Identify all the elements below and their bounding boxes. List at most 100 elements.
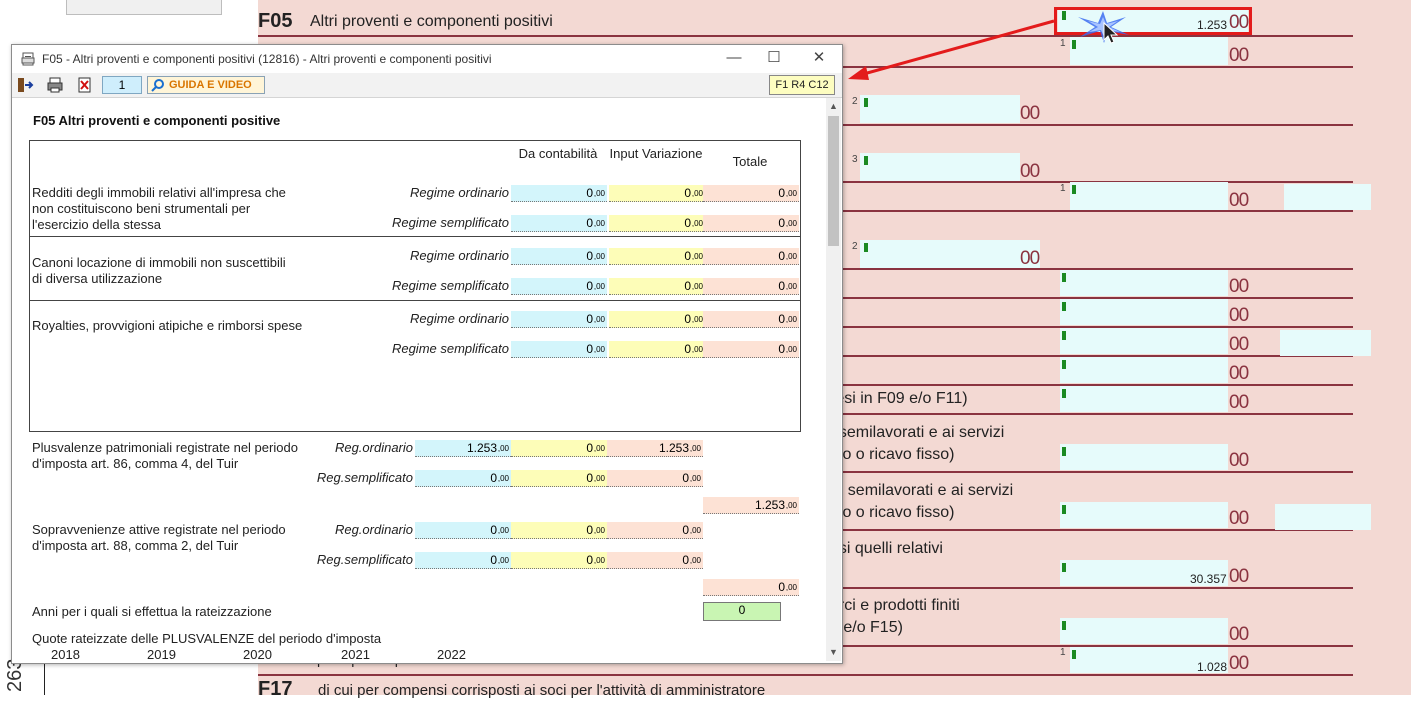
input-cont[interactable]: 0,00	[415, 522, 511, 539]
section-heading: F05 Altri proventi e componenti positive	[33, 113, 281, 128]
year-label: 2022	[437, 647, 466, 661]
decimals: 00	[1229, 45, 1249, 66]
side-field[interactable]	[1284, 184, 1371, 210]
year-label: 2021	[341, 647, 370, 661]
guida-label: GUIDA E VIDEO	[169, 79, 252, 91]
form-text: erci e prodotti finiti	[830, 597, 960, 614]
col-header-variazione: Input Variazione	[609, 146, 703, 161]
input-var[interactable]: 0,00	[609, 185, 705, 202]
decimals: 00	[1229, 653, 1249, 674]
input-var[interactable]: 0,00	[609, 311, 705, 328]
scroll-up-icon[interactable]: ▲	[829, 101, 838, 111]
toolbar: 1 GUIDA E VIDEO F1 R4 C12	[12, 73, 842, 98]
row-field[interactable]	[1060, 502, 1228, 528]
form-rule	[840, 587, 1353, 589]
sub-index: 1	[1060, 183, 1066, 194]
f17-label: di cui per compensi corrisposti ai soci …	[318, 682, 766, 699]
total-field: 0,00	[703, 215, 799, 232]
row-label-redditi: Redditi degli immobili relativi all'impr…	[32, 185, 286, 232]
input-var[interactable]: 0,00	[511, 470, 607, 487]
total-field: 0,00	[703, 248, 799, 265]
input-cont[interactable]: 0,00	[511, 311, 607, 328]
year-label: 2020	[243, 647, 272, 661]
maximize-button[interactable]: ☐	[759, 47, 789, 69]
input-cont[interactable]: 0,00	[511, 185, 607, 202]
field-marker	[1062, 273, 1066, 282]
input-var[interactable]: 0,00	[511, 440, 607, 457]
input-var[interactable]: 0,00	[609, 341, 705, 358]
guida-video-button[interactable]: GUIDA E VIDEO	[147, 76, 265, 94]
row-field[interactable]	[1060, 386, 1228, 412]
input-cont[interactable]: 1.253,00	[415, 440, 511, 457]
print-icon[interactable]	[46, 76, 64, 94]
row-field[interactable]	[1060, 357, 1228, 383]
form-rule	[840, 210, 1353, 212]
row-label-quote: Quote rateizzate delle PLUSVALENZE del p…	[32, 631, 382, 646]
sub-field[interactable]	[860, 153, 1020, 181]
sub-index: 2	[852, 241, 858, 252]
side-field[interactable]	[1275, 504, 1371, 530]
regime-label: Reg.ordinario	[334, 522, 413, 537]
title-bar[interactable]: F05 - Altri proventi e componenti positi…	[12, 45, 842, 73]
regime-label: Reg.semplificato	[316, 552, 413, 567]
row-field[interactable]	[1060, 299, 1228, 325]
row-label-royalties: Royalties, provvigioni atipiche e rimbor…	[32, 318, 303, 333]
sub-field[interactable]	[860, 240, 1040, 268]
input-var[interactable]: 0,00	[511, 552, 607, 569]
sub-field[interactable]	[860, 95, 1020, 123]
input-cont[interactable]: 0,00	[511, 215, 607, 232]
value-30357: 30.357	[1190, 572, 1227, 586]
vertical-scrollbar[interactable]: ▲ ▼	[826, 98, 841, 661]
form-rule	[840, 471, 1353, 473]
field-marker	[864, 243, 868, 252]
sub-field[interactable]	[1070, 182, 1228, 210]
decimals: 00	[1229, 450, 1249, 471]
page-number-field[interactable]: 1	[102, 76, 142, 94]
input-cont[interactable]: 0,00	[511, 278, 607, 295]
delete-document-icon[interactable]	[76, 76, 94, 94]
total-field: 1.253,00	[607, 440, 703, 457]
row-label-anni: Anni per i quali si effettua la rateizza…	[32, 604, 272, 619]
field-marker	[1062, 563, 1066, 572]
input-var[interactable]: 0,00	[609, 215, 705, 232]
decimals: 00	[1229, 276, 1249, 297]
close-button[interactable]: ✕	[804, 47, 834, 69]
plus-total-field: 1.253,00	[703, 497, 799, 514]
field-marker	[864, 98, 868, 107]
dialog-window: F05 - Altri proventi e componenti positi…	[11, 44, 843, 664]
row-field[interactable]	[1060, 618, 1228, 644]
input-cont[interactable]: 0,00	[415, 470, 511, 487]
code-f05: F05	[258, 10, 293, 32]
form-rule	[258, 674, 1353, 676]
divider	[29, 300, 800, 301]
input-var[interactable]: 0,00	[511, 522, 607, 539]
window-title: F05 - Altri proventi e componenti positi…	[42, 52, 492, 66]
input-var[interactable]: 0,00	[609, 248, 705, 265]
input-cont[interactable]: 0,00	[511, 248, 607, 265]
field-marker	[1062, 389, 1066, 398]
scroll-thumb[interactable]	[828, 116, 839, 246]
input-cont[interactable]: 0,00	[511, 341, 607, 358]
form-text: usi quelli relativi	[830, 540, 943, 557]
app-icon	[21, 52, 35, 66]
row-field[interactable]	[1060, 270, 1228, 296]
col-header-contabilita: Da contabilità	[518, 146, 598, 161]
form-text: resi in F09 e/o F11)	[830, 390, 968, 407]
total-field: 0,00	[703, 341, 799, 358]
side-field[interactable]	[1280, 330, 1371, 356]
input-var[interactable]: 0,00	[609, 278, 705, 295]
background-panel	[66, 0, 222, 15]
form-rule	[840, 124, 1353, 126]
sopr-total-field: 0,00	[703, 579, 799, 596]
row-label-plusvalenze: Plusvalenze patrimoniali registrate nel …	[32, 440, 298, 471]
form-text: gio o ricavo fisso)	[830, 504, 955, 521]
row-field[interactable]	[1060, 444, 1228, 470]
input-cont[interactable]: 0,00	[415, 552, 511, 569]
field-marker	[1062, 302, 1066, 311]
minimize-button[interactable]: —	[719, 47, 749, 69]
exit-icon[interactable]	[16, 76, 34, 94]
scroll-down-icon[interactable]: ▼	[829, 647, 838, 657]
total-field: 0,00	[703, 185, 799, 202]
row-field[interactable]	[1060, 328, 1228, 354]
anni-field[interactable]: 0	[703, 602, 781, 621]
